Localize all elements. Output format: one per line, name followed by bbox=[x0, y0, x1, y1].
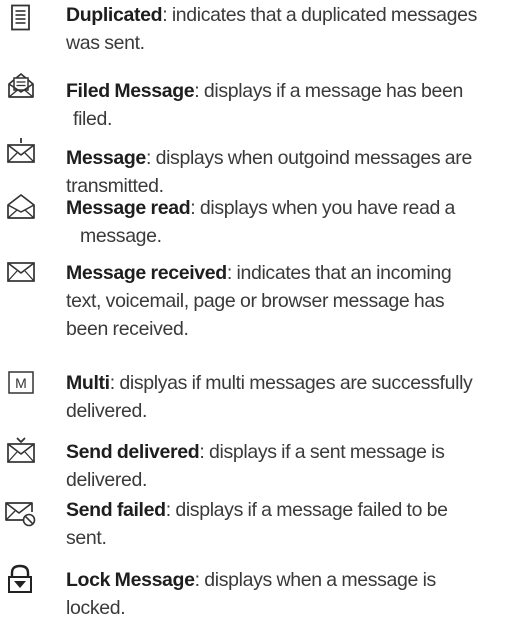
entry-term: Send delivered bbox=[66, 441, 200, 463]
entry-text: Filed Message: displays if a message has… bbox=[66, 77, 531, 133]
entry-description: : displyas if multi messages are success… bbox=[109, 372, 473, 394]
entry-description-continued: message. bbox=[80, 225, 162, 247]
entry-text: Lock Message: displays when a message is… bbox=[66, 566, 531, 622]
entry-description: : displays if a message has been bbox=[194, 80, 463, 102]
entry-text: Duplicated: indicates that a duplicated … bbox=[66, 1, 531, 57]
duplicated-message-icon bbox=[6, 4, 40, 34]
outgoing-envelope-icon bbox=[4, 136, 38, 166]
entry-description: : displays when outgoind messages are bbox=[145, 147, 472, 169]
entry-description-continued: delivered. bbox=[66, 400, 148, 422]
entry-term: Send failed bbox=[66, 499, 166, 521]
entry-description-continued: was sent. bbox=[66, 32, 145, 54]
entry-term: Filed Message bbox=[66, 80, 195, 102]
entry-text: Message: displays when outgoind messages… bbox=[66, 144, 531, 200]
entry-text: Send failed: displays if a message faile… bbox=[66, 496, 531, 552]
locked-message-icon bbox=[3, 564, 37, 594]
entry-description-continued: delivered. bbox=[66, 469, 148, 491]
delivered-envelope-icon bbox=[4, 436, 38, 466]
entry-description-continued: been received. bbox=[66, 318, 189, 340]
entry-description-continued: locked. bbox=[66, 597, 126, 619]
open-envelope-icon bbox=[4, 191, 38, 221]
entry-description-continued: filed. bbox=[73, 108, 113, 130]
filed-message-icon bbox=[4, 70, 38, 100]
entry-term: Message bbox=[66, 147, 146, 169]
entry-description-continued: sent. bbox=[66, 527, 107, 549]
entry-text: Message received: indicates that an inco… bbox=[66, 259, 531, 343]
entry-description: : displays if a message failed to be bbox=[165, 499, 448, 521]
entry-description-continued: text, voicemail, page or browser message… bbox=[66, 290, 445, 312]
entry-description: : indicates that a duplicated messages bbox=[162, 4, 478, 26]
multi-icon-letter: M bbox=[15, 375, 27, 391]
entry-text: Send delivered: displays if a sent messa… bbox=[66, 438, 531, 494]
multi-message-icon: M bbox=[4, 369, 38, 399]
entry-description: : indicates that an incoming bbox=[226, 262, 452, 284]
entry-description: : displays when you have read a bbox=[190, 197, 456, 219]
entry-text: Message read: displays when you have rea… bbox=[66, 194, 531, 250]
envelope-icon bbox=[4, 257, 38, 287]
entry-description: : displays when a message is bbox=[194, 569, 437, 591]
entry-term: Multi bbox=[66, 372, 110, 394]
entry-term: Message received bbox=[66, 262, 227, 284]
failed-envelope-icon bbox=[2, 498, 36, 528]
entry-term: Lock Message bbox=[66, 569, 195, 591]
entry-description: : displays if a sent message is bbox=[199, 441, 445, 463]
entry-term: Duplicated bbox=[66, 4, 163, 26]
entry-term: Message read bbox=[66, 197, 191, 219]
entry-text: Multi: displyas if multi messages are su… bbox=[66, 369, 531, 425]
